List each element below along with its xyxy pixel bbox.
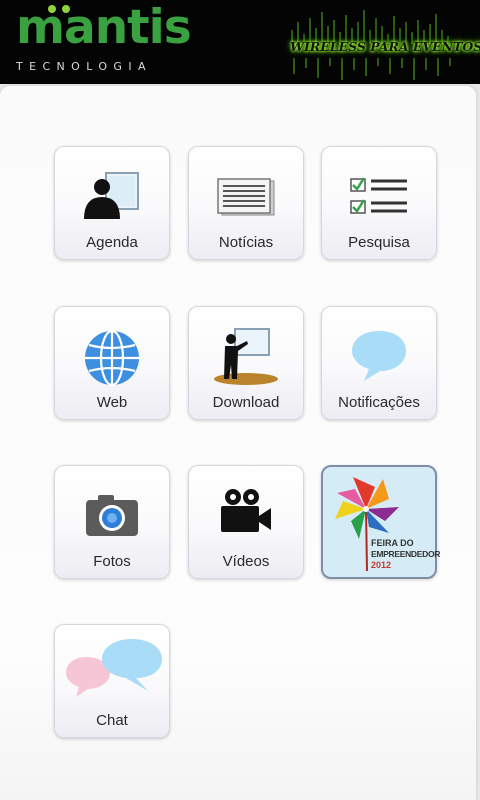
tile-feira-empreendedor[interactable]: FEIRA DO EMPREENDEDOR 2012 — [321, 465, 441, 579]
tile-download[interactable]: Download — [188, 306, 304, 420]
presenter-board-icon — [214, 328, 278, 385]
menu-panel: Agenda Notícias Pesquisa Web Download No… — [0, 86, 476, 800]
newspaper-icon — [217, 178, 275, 216]
app-header: mantis TECNOLOGIA WIRELESS PARA EVENTOS — [0, 0, 480, 84]
tile-label: Web — [96, 394, 128, 411]
tile-label: Agenda — [86, 234, 138, 251]
event-logo-line2: EMPREENDEDOR — [371, 549, 441, 559]
tile-label: Chat — [96, 712, 128, 729]
camera-icon — [86, 495, 138, 536]
tile-label: Fotos — [93, 553, 131, 570]
event-logo-year: 2012 — [371, 560, 392, 570]
checklist-icon — [350, 177, 407, 214]
tagline-text: WIRELESS PARA EVENTOS — [290, 39, 480, 54]
person-screen-icon — [84, 172, 139, 219]
tile-videos[interactable]: Vídeos — [188, 465, 304, 579]
chat-bubbles-icon — [66, 639, 162, 697]
tile-label: Pesquisa — [348, 234, 410, 251]
tile-label: Notícias — [218, 234, 274, 251]
globe-icon — [85, 329, 139, 387]
tile-label: Vídeos — [222, 553, 270, 570]
tile-noticias[interactable]: Notícias — [188, 146, 304, 260]
tile-pesquisa[interactable]: Pesquisa — [321, 146, 437, 260]
brand-name: mantis — [16, 0, 192, 55]
tile-label: Notificações — [338, 394, 420, 411]
tile-label: Download — [212, 394, 280, 411]
logo-dot-right — [62, 5, 70, 13]
tile-web[interactable]: Web — [54, 306, 170, 420]
video-camera-icon — [221, 489, 271, 532]
tile-notificacoes[interactable]: Notificações — [321, 306, 437, 420]
event-logo-line1: FEIRA DO — [371, 538, 414, 548]
tile-chat[interactable]: Chat — [54, 624, 170, 738]
brand-subtitle: TECNOLOGIA — [16, 60, 152, 73]
tile-agenda[interactable]: Agenda — [54, 146, 170, 260]
tile-fotos[interactable]: Fotos — [54, 465, 170, 579]
mantis-logo: mantis TECNOLOGIA — [14, 0, 192, 84]
logo-dot-left — [48, 5, 56, 13]
speech-bubble-icon — [352, 331, 406, 381]
tagline-banner: WIRELESS PARA EVENTOS — [282, 0, 480, 84]
